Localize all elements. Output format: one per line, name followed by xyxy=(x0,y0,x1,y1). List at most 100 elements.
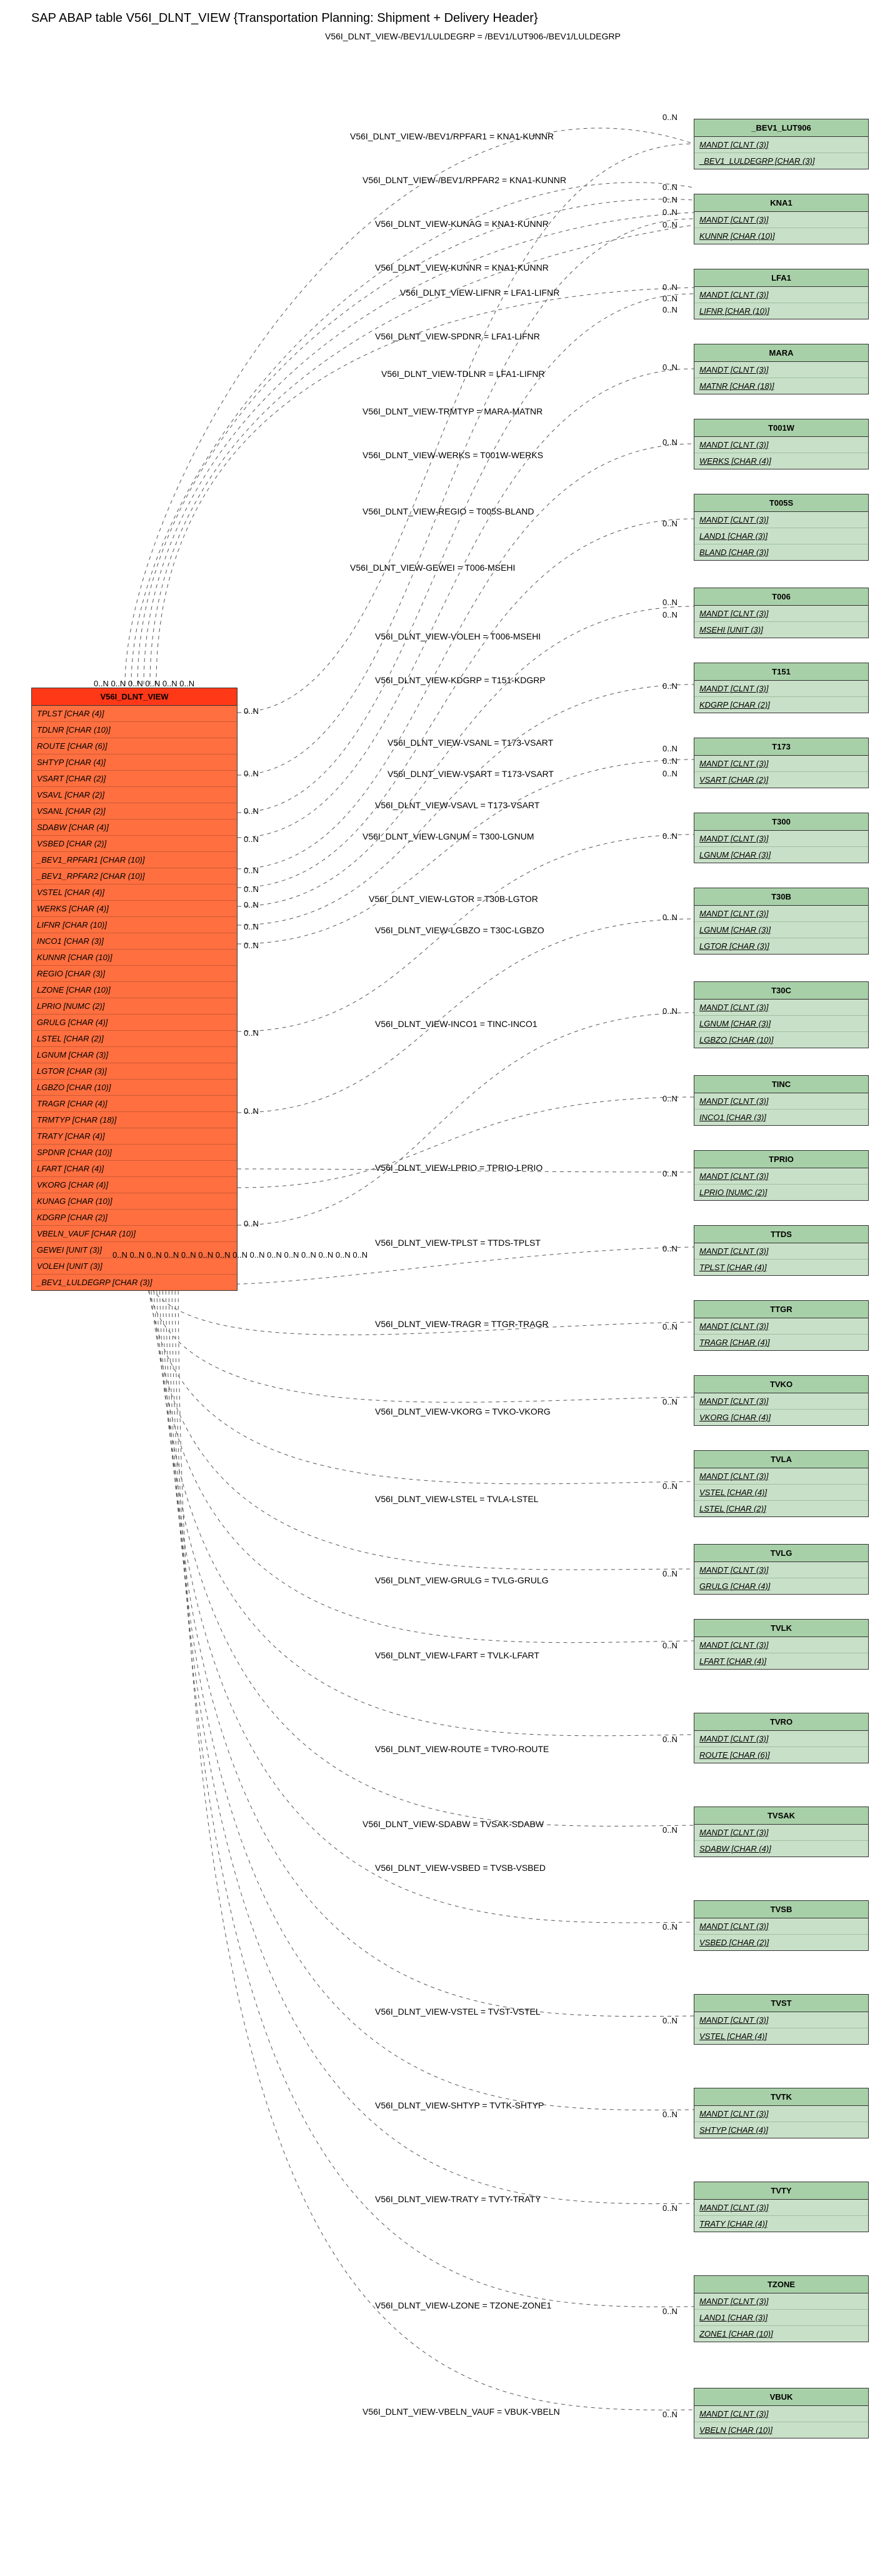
cardinality-label: 0..N xyxy=(662,305,678,314)
right-table-row: VSTEL [CHAR (4)] xyxy=(694,2028,868,2044)
edge-label: V56I_DLNT_VIEW-LGTOR = T30B-LGTOR xyxy=(369,894,538,904)
cardinality-label: 0..N xyxy=(662,1006,678,1016)
edge-label: V56I_DLNT_VIEW-WERKS = T001W-WERKS xyxy=(362,450,543,460)
right-table-header: T006 xyxy=(694,588,868,606)
right-table-header: _BEV1_LUT906 xyxy=(694,119,868,137)
right-table-tvty: TVTYMANDT [CLNT (3)]TRATY [CHAR (4)] xyxy=(694,2182,869,2232)
right-table-row: ROUTE [CHAR (6)] xyxy=(694,1747,868,1763)
edge-label: V56I_DLNT_VIEW-LZONE = TZONE-ZONE1 xyxy=(375,2300,551,2310)
right-table-row: LAND1 [CHAR (3)] xyxy=(694,2310,868,2326)
edge-label: V56I_DLNT_VIEW-KUNAG = KNA1-KUNNR xyxy=(375,219,549,229)
main-table-row: SHTYP [CHAR (4)] xyxy=(32,754,237,771)
right-table-header: TVSB xyxy=(694,1901,868,1918)
main-table-row: LGBZO [CHAR (10)] xyxy=(32,1080,237,1096)
right-table-tvlk: TVLKMANDT [CLNT (3)]LFART [CHAR (4)] xyxy=(694,1619,869,1670)
edge-label: V56I_DLNT_VIEW-SDABW = TVSAK-SDABW xyxy=(362,1819,544,1829)
right-table-row: MANDT [CLNT (3)] xyxy=(694,137,868,153)
right-table-row: MANDT [CLNT (3)] xyxy=(694,1168,868,1185)
right-table-t30c: T30CMANDT [CLNT (3)]LGNUM [CHAR (3)]LGBZ… xyxy=(694,981,869,1048)
cardinality-label: 0..N xyxy=(662,744,678,753)
right-table-tvst: TVSTMANDT [CLNT (3)]VSTEL [CHAR (4)] xyxy=(694,1994,869,2045)
main-table-row: TPLST [CHAR (4)] xyxy=(32,706,237,722)
main-table-row: TRATY [CHAR (4)] xyxy=(32,1128,237,1145)
cardinality-label: 0..N xyxy=(662,1735,678,1744)
edge-label: V56I_DLNT_VIEW-TRMTYP = MARA-MATNR xyxy=(362,406,542,416)
main-table-row: KDGRP [CHAR (2)] xyxy=(32,1210,237,1226)
right-table-header: TVST xyxy=(694,1995,868,2012)
right-table-row: LPRIO [NUMC (2)] xyxy=(694,1185,868,1200)
cardinality-label: 0..N xyxy=(662,363,678,372)
right-table-row: LSTEL [CHAR (2)] xyxy=(694,1501,868,1516)
right-table-row: MANDT [CLNT (3)] xyxy=(694,2293,868,2310)
right-table-header: TINC xyxy=(694,1076,868,1093)
right-table-_bev1_lut906: _BEV1_LUT906MANDT [CLNT (3)]_BEV1_LULDEG… xyxy=(694,119,869,169)
edge-label: V56I_DLNT_VIEW-VSBED = TVSB-VSBED xyxy=(375,1863,546,1873)
edge-label: V56I_DLNT_VIEW-VKORG = TVKO-VKORG xyxy=(375,1406,551,1416)
right-table-t151: T151MANDT [CLNT (3)]KDGRP [CHAR (2)] xyxy=(694,663,869,713)
cardinality-label: 0..N xyxy=(244,885,259,894)
right-table-header: TZONE xyxy=(694,2276,868,2293)
right-table-row: MANDT [CLNT (3)] xyxy=(694,1000,868,1016)
cardinality-label: 0..N xyxy=(244,900,259,910)
right-table-header: TPRIO xyxy=(694,1151,868,1168)
right-table-row: MANDT [CLNT (3)] xyxy=(694,1918,868,1935)
cardinality-label: 0..N xyxy=(244,769,259,778)
cardinality-label: 0..N xyxy=(662,519,678,528)
edge-label: V56I_DLNT_VIEW-KDGRP = T151-KDGRP xyxy=(375,675,546,685)
edge-label: V56I_DLNT_VIEW-SPDNR = LFA1-LIFNR xyxy=(375,331,540,341)
right-table-row: BLAND [CHAR (3)] xyxy=(694,544,868,560)
main-table-row: WERKS [CHAR (4)] xyxy=(32,901,237,917)
cardinality-label: 0..N xyxy=(662,756,678,766)
main-table-row: ROUTE [CHAR (6)] xyxy=(32,738,237,754)
cardinality-label: 0..N xyxy=(662,769,678,778)
main-table-row: VOLEH [UNIT (3)] xyxy=(32,1258,237,1275)
cardinality-label: 0..N xyxy=(244,806,259,816)
right-table-row: MANDT [CLNT (3)] xyxy=(694,906,868,922)
main-table-row: VSBED [CHAR (2)] xyxy=(32,836,237,852)
cardinality-label: 0..N xyxy=(244,1219,259,1228)
right-table-row: LGNUM [CHAR (3)] xyxy=(694,1016,868,1032)
main-table-row: _BEV1_RPFAR1 [CHAR (10)] xyxy=(32,852,237,868)
right-table-row: MANDT [CLNT (3)] xyxy=(694,1243,868,1260)
cardinality-label: 0..N xyxy=(662,2410,678,2419)
main-table-row: VSANL [CHAR (2)] xyxy=(32,803,237,819)
right-table-header: TVLK xyxy=(694,1620,868,1637)
main-table-header: V56I_DLNT_VIEW xyxy=(32,688,237,706)
right-table-tzone: TZONEMANDT [CLNT (3)]LAND1 [CHAR (3)]ZON… xyxy=(694,2275,869,2342)
cardinality-label: 0..N xyxy=(662,220,678,229)
right-table-mara: MARAMANDT [CLNT (3)]MATNR [CHAR (18)] xyxy=(694,344,869,394)
edge-label: V56I_DLNT_VIEW-VSANL = T173-VSART xyxy=(388,738,553,748)
main-table-row: VKORG [CHAR (4)] xyxy=(32,1177,237,1193)
right-table-header: LFA1 xyxy=(694,269,868,287)
right-table-row: TPLST [CHAR (4)] xyxy=(694,1260,868,1275)
right-table-header: TTGR xyxy=(694,1301,868,1318)
cardinality-label: 0..N xyxy=(662,913,678,922)
diagram-page: SAP ABAP table V56I_DLNT_VIEW {Transport… xyxy=(0,0,895,2576)
right-table-row: MATNR [CHAR (18)] xyxy=(694,378,868,394)
main-table-row: LSTEL [CHAR (2)] xyxy=(32,1031,237,1047)
right-table-header: T30B xyxy=(694,888,868,906)
right-table-header: VBUK xyxy=(694,2388,868,2406)
cardinality-label: 0..N xyxy=(662,113,678,122)
right-table-row: LAND1 [CHAR (3)] xyxy=(694,528,868,544)
cardinality-label: 0..N xyxy=(662,681,678,691)
right-table-row: VSTEL [CHAR (4)] xyxy=(694,1485,868,1501)
right-table-header: T151 xyxy=(694,663,868,681)
cardinality-label: 0..N xyxy=(662,831,678,841)
edge-label: V56I_DLNT_VIEW-GRULG = TVLG-GRULG xyxy=(375,1575,549,1585)
main-table-row: LPRIO [NUMC (2)] xyxy=(32,998,237,1015)
right-table-row: ZONE1 [CHAR (10)] xyxy=(694,2326,868,2342)
edge-label: V56I_DLNT_VIEW-KUNNR = KNA1-KUNNR xyxy=(375,263,549,273)
right-table-row: INCO1 [CHAR (3)] xyxy=(694,1110,868,1125)
edge-label: V56I_DLNT_VIEW-ROUTE = TVRO-ROUTE xyxy=(375,1744,549,1754)
cardinality-label: 0..N xyxy=(662,1641,678,1650)
right-table-header: TVLA xyxy=(694,1451,868,1468)
right-table-row: MANDT [CLNT (3)] xyxy=(694,1731,868,1747)
right-table-row: SDABW [CHAR (4)] xyxy=(694,1841,868,1857)
edge-label: V56I_DLNT_VIEW-TRAGR = TTGR-TRAGR xyxy=(375,1319,549,1329)
right-table-header: TTDS xyxy=(694,1226,868,1243)
right-table-header: T173 xyxy=(694,738,868,756)
right-table-row: MANDT [CLNT (3)] xyxy=(694,1093,868,1110)
right-table-kna1: KNA1MANDT [CLNT (3)]KUNNR [CHAR (10)] xyxy=(694,194,869,244)
right-table-row: LGNUM [CHAR (3)] xyxy=(694,922,868,938)
